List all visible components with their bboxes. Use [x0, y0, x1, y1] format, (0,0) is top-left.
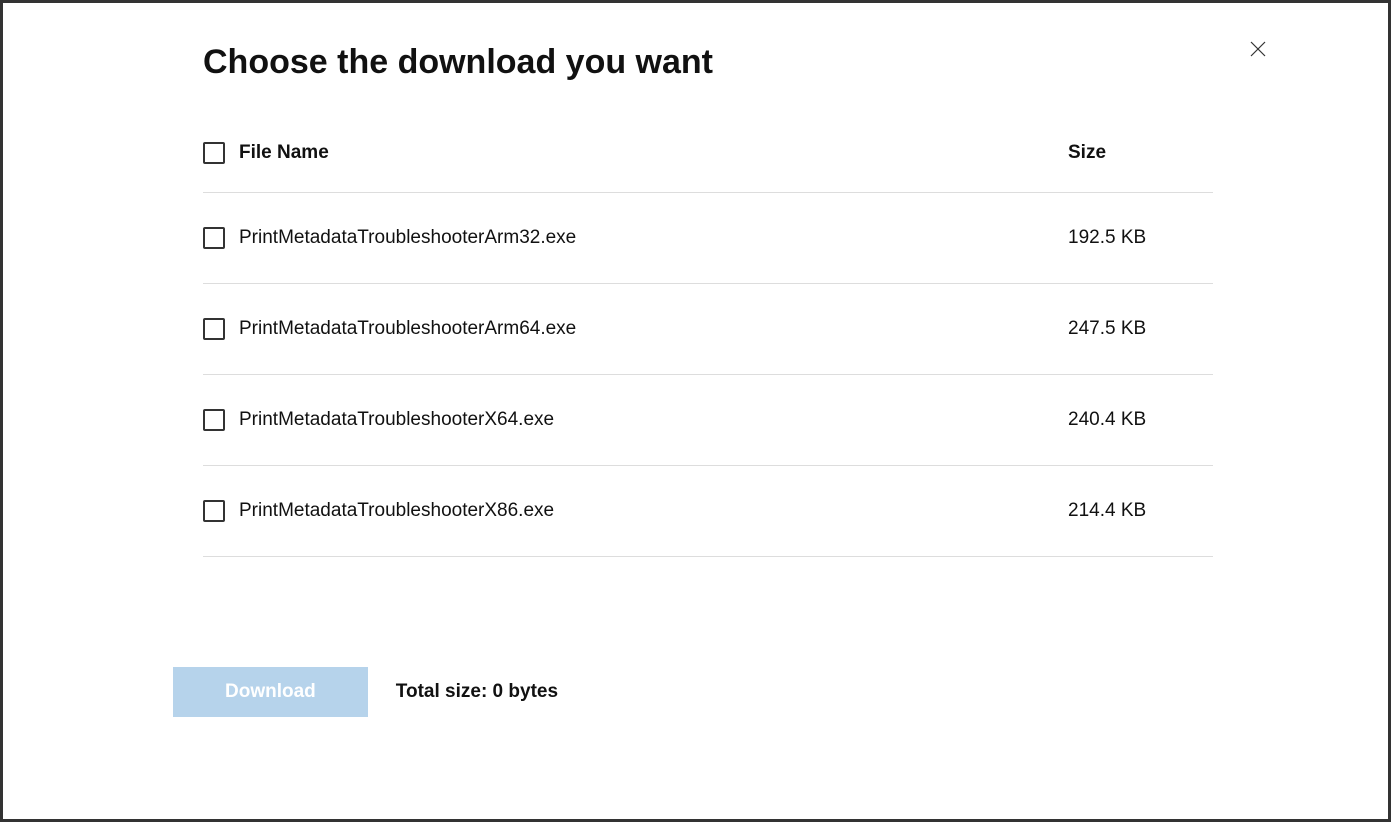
file-size: 240.4 KB	[1068, 409, 1213, 431]
file-checkbox[interactable]	[203, 409, 225, 431]
table-row: PrintMetadataTroubleshooterArm64.exe 247…	[203, 284, 1213, 375]
close-button[interactable]	[1248, 39, 1268, 59]
file-name: PrintMetadataTroubleshooterArm64.exe	[239, 318, 1068, 340]
dialog-title: Choose the download you want	[203, 43, 1213, 82]
file-checkbox[interactable]	[203, 227, 225, 249]
table-header: File Name Size	[203, 142, 1213, 193]
download-button[interactable]: Download	[173, 667, 368, 717]
column-header-name: File Name	[239, 142, 1068, 164]
file-checkbox[interactable]	[203, 500, 225, 522]
file-name: PrintMetadataTroubleshooterArm32.exe	[239, 227, 1068, 249]
select-all-checkbox[interactable]	[203, 142, 225, 164]
file-name: PrintMetadataTroubleshooterX86.exe	[239, 500, 1068, 522]
file-name: PrintMetadataTroubleshooterX64.exe	[239, 409, 1068, 431]
table-row: PrintMetadataTroubleshooterX64.exe 240.4…	[203, 375, 1213, 466]
close-icon	[1250, 41, 1266, 57]
file-checkbox[interactable]	[203, 318, 225, 340]
dialog-footer: Download Total size: 0 bytes	[173, 667, 1213, 717]
download-dialog: Choose the download you want File Name S…	[3, 3, 1388, 757]
file-size: 247.5 KB	[1068, 318, 1213, 340]
file-size: 192.5 KB	[1068, 227, 1213, 249]
table-row: PrintMetadataTroubleshooterArm32.exe 192…	[203, 193, 1213, 284]
table-row: PrintMetadataTroubleshooterX86.exe 214.4…	[203, 466, 1213, 557]
file-size: 214.4 KB	[1068, 500, 1213, 522]
total-size-label: Total size: 0 bytes	[396, 681, 558, 703]
column-header-size: Size	[1068, 142, 1213, 164]
